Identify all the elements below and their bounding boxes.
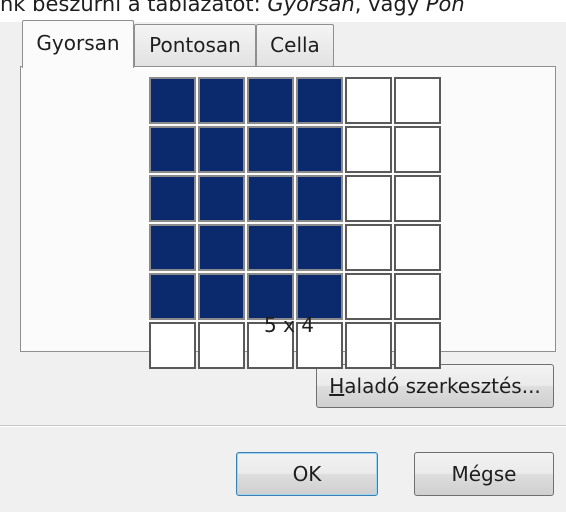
separator (0, 425, 566, 427)
tab-precise[interactable]: Pontosan (134, 24, 256, 66)
insert-table-dialog: nk beszúrni a táblázatot: Gyorsan, vagy … (0, 0, 566, 512)
intro-text: nk beszúrni a táblázatot: Gyorsan, vagy … (0, 0, 566, 22)
cancel-button[interactable]: Mégse (414, 452, 554, 496)
table-grid-cell[interactable] (149, 224, 196, 271)
table-grid-cell[interactable] (198, 224, 245, 271)
table-grid-cell[interactable] (394, 175, 441, 222)
table-grid-cell[interactable] (247, 175, 294, 222)
table-grid-cell[interactable] (296, 77, 343, 124)
tab-cell[interactable]: Cella (256, 24, 334, 66)
table-grid-cell[interactable] (198, 126, 245, 173)
table-grid-cell[interactable] (247, 224, 294, 271)
table-grid-cell[interactable] (149, 77, 196, 124)
table-grid-cell[interactable] (198, 175, 245, 222)
table-grid-cell[interactable] (345, 175, 392, 222)
table-grid-cell[interactable] (394, 126, 441, 173)
table-grid-cell[interactable] (247, 77, 294, 124)
table-grid-cell[interactable] (345, 77, 392, 124)
advanced-edit-label: Haladó szerkesztés... (329, 374, 541, 398)
table-grid-cell[interactable] (149, 126, 196, 173)
table-grid-cell[interactable] (345, 126, 392, 173)
intro-prefix: nk beszúrni a táblázatot: (0, 0, 268, 16)
table-grid-cell[interactable] (198, 77, 245, 124)
table-grid-cell[interactable] (296, 224, 343, 271)
table-grid-cell[interactable] (296, 126, 343, 173)
table-grid-cell[interactable] (296, 175, 343, 222)
table-grid-cell[interactable] (394, 77, 441, 124)
table-grid-cell[interactable] (394, 224, 441, 271)
intro-middle: , vagy (354, 0, 426, 16)
intro-emphasis-quick: Gyorsan (267, 0, 355, 16)
table-grid-cell[interactable] (149, 175, 196, 222)
table-grid-cell[interactable] (345, 224, 392, 271)
ok-button[interactable]: OK (236, 452, 378, 496)
table-grid-cell[interactable] (247, 126, 294, 173)
table-size-label: 5 x 4 (264, 313, 314, 337)
intro-emphasis-precise: Pon (425, 0, 465, 16)
tab-panel-quick: 5 x 4 (20, 66, 556, 369)
tab-quick[interactable]: Gyorsan (22, 20, 134, 68)
